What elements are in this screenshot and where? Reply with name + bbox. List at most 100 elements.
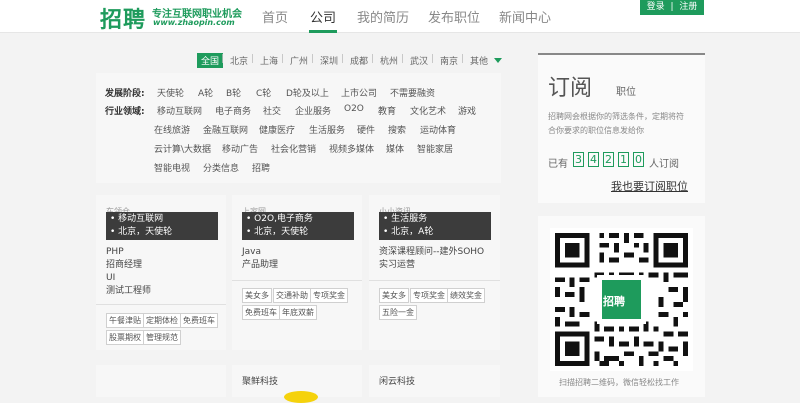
stage-option[interactable]: D轮及以上: [286, 86, 329, 99]
city-chengdu[interactable]: 成都: [350, 54, 368, 67]
city-wuhan[interactable]: 武汉: [410, 54, 428, 67]
industry-option[interactable]: 运动体育: [420, 123, 456, 136]
industry-option[interactable]: 分类信息: [203, 161, 239, 174]
benefit-tag: 管理规范: [143, 330, 181, 345]
industry-option[interactable]: 智能电视: [154, 161, 190, 174]
city-beijing[interactable]: 北京: [230, 54, 248, 67]
company-info-banner: • 移动互联网 • 北京，天使轮: [106, 212, 218, 240]
city-nanjing[interactable]: 南京: [440, 54, 458, 67]
benefit-tag: 免费班车: [242, 305, 280, 320]
city-sep: |: [221, 54, 225, 64]
benefit-tag: 美女多: [242, 288, 272, 303]
industry-option[interactable]: 社交: [263, 104, 281, 117]
subscribe-description: 招聘网会根据你的筛选条件，定期将符 合你要求的职位信息发给你: [548, 110, 684, 138]
qr-caption: 扫描招聘二维码，微信轻松找工作: [559, 378, 679, 387]
city-shenzhen[interactable]: 深圳: [320, 54, 338, 67]
counter-digit: 1: [618, 152, 629, 167]
city-sep: |: [281, 54, 285, 64]
nav-resume[interactable]: 我的简历: [357, 7, 409, 26]
job-title[interactable]: 招商经理: [106, 259, 151, 272]
benefit-tag: 年底双薪: [279, 305, 317, 320]
industry-option[interactable]: O2O: [344, 104, 364, 114]
job-title[interactable]: 产品助理: [242, 259, 278, 272]
logo-url: www.zhaopin.com: [153, 18, 235, 27]
city-sep: |: [401, 54, 405, 64]
job-title[interactable]: 测试工程师: [106, 285, 151, 298]
industry-option[interactable]: 智能家居: [417, 142, 453, 155]
city-shanghai[interactable]: 上海: [260, 54, 278, 67]
benefit-tag: 免费班车: [180, 313, 218, 328]
subscribe-count-suffix: 人订阅: [649, 159, 679, 170]
city-guangzhou[interactable]: 广州: [290, 54, 308, 67]
logo-text[interactable]: 招聘: [100, 2, 146, 34]
stage-option[interactable]: A轮: [198, 86, 213, 99]
industry-option[interactable]: 招聘: [252, 161, 270, 174]
company-name: 聚鲜科技: [242, 377, 279, 387]
auth-bar: 登录 | 注册: [640, 0, 704, 15]
benefit-tag: 专项奖金: [310, 288, 348, 303]
nav-active-indicator: [309, 30, 337, 33]
industry-option[interactable]: 移动互联网: [157, 104, 202, 117]
company-location: • 北京，天使轮: [110, 227, 173, 237]
stage-option[interactable]: 不需要融资: [390, 86, 435, 99]
industry-option[interactable]: 金融互联网: [203, 123, 248, 136]
benefit-tag: 交通补助: [273, 288, 311, 303]
industry-option[interactable]: 游戏: [458, 104, 476, 117]
register-link[interactable]: 注册: [679, 2, 697, 12]
stage-label: 发展阶段:: [105, 89, 145, 99]
industry-option[interactable]: 社会化营销: [271, 142, 316, 155]
nav-company[interactable]: 公司: [310, 7, 336, 26]
subscribe-link[interactable]: 我也要订阅职位: [611, 178, 688, 194]
company-info-banner: • 生活服务 • 北京，A轮: [379, 212, 491, 240]
industry-option[interactable]: 生活服务: [309, 123, 345, 136]
card-divider: [96, 304, 226, 305]
industry-option[interactable]: 视频多媒体: [329, 142, 374, 155]
industry-option[interactable]: 云计算\大数据: [154, 142, 211, 155]
benefit-tag: 午餐津贴: [106, 313, 144, 328]
city-hangzhou[interactable]: 杭州: [380, 54, 398, 67]
company-industry: • 移动互联网: [110, 214, 164, 224]
job-title[interactable]: Java: [242, 246, 278, 259]
benefit-tag: 美女多: [379, 288, 409, 303]
nav-home[interactable]: 首页: [262, 7, 288, 26]
login-link[interactable]: 登录: [647, 2, 665, 12]
stage-option[interactable]: 上市公司: [341, 86, 377, 99]
nav-news[interactable]: 新闻中心: [499, 7, 551, 26]
city-sep: |: [341, 54, 345, 64]
industry-option[interactable]: 教育: [378, 104, 396, 117]
counter-digit: 4: [588, 152, 599, 167]
job-list: 资深课程顾问--建外SOHO 实习运营: [379, 246, 484, 272]
city-other[interactable]: 其他: [470, 54, 488, 67]
stage-option[interactable]: C轮: [256, 86, 271, 99]
company-logo: [284, 391, 318, 403]
job-title[interactable]: PHP: [106, 246, 151, 259]
benefit-tag: 定期体检: [143, 313, 181, 328]
job-title[interactable]: UI: [106, 272, 151, 285]
benefit-tag: 绩效奖金: [447, 288, 485, 303]
benefit-tag: 五险一金: [379, 305, 417, 320]
industry-option[interactable]: 移动广告: [222, 142, 258, 155]
card-divider: [369, 280, 500, 281]
industry-option[interactable]: 媒体: [386, 142, 404, 155]
stage-option[interactable]: 天使轮: [157, 86, 184, 99]
industry-option[interactable]: 健康医疗: [259, 123, 295, 136]
auth-divider: |: [670, 2, 674, 12]
nav-post-job[interactable]: 发布职位: [428, 7, 480, 26]
subscribe-desc-line: 合你要求的职位信息发给你: [548, 126, 644, 135]
job-title[interactable]: 实习运营: [379, 259, 484, 272]
industry-option[interactable]: 在线旅游: [154, 123, 190, 136]
company-industry: • O2O,电子商务: [246, 214, 313, 224]
industry-option[interactable]: 搜索: [388, 123, 406, 136]
industry-option[interactable]: 文化艺术: [410, 104, 446, 117]
job-title[interactable]: 资深课程顾问--建外SOHO: [379, 246, 484, 259]
city-all[interactable]: 全国: [197, 53, 224, 68]
company-info-banner: • O2O,电子商务 • 北京，天使轮: [242, 212, 354, 240]
company-card[interactable]: [96, 365, 226, 397]
industry-option[interactable]: 硬件: [357, 123, 375, 136]
city-dropdown-icon[interactable]: [494, 58, 502, 63]
industry-option[interactable]: 电子商务: [215, 104, 251, 117]
industry-option[interactable]: 企业服务: [295, 104, 331, 117]
qr-center-label: 招聘: [603, 295, 625, 308]
stage-option[interactable]: B轮: [226, 86, 241, 99]
job-list: Java 产品助理: [242, 246, 278, 272]
